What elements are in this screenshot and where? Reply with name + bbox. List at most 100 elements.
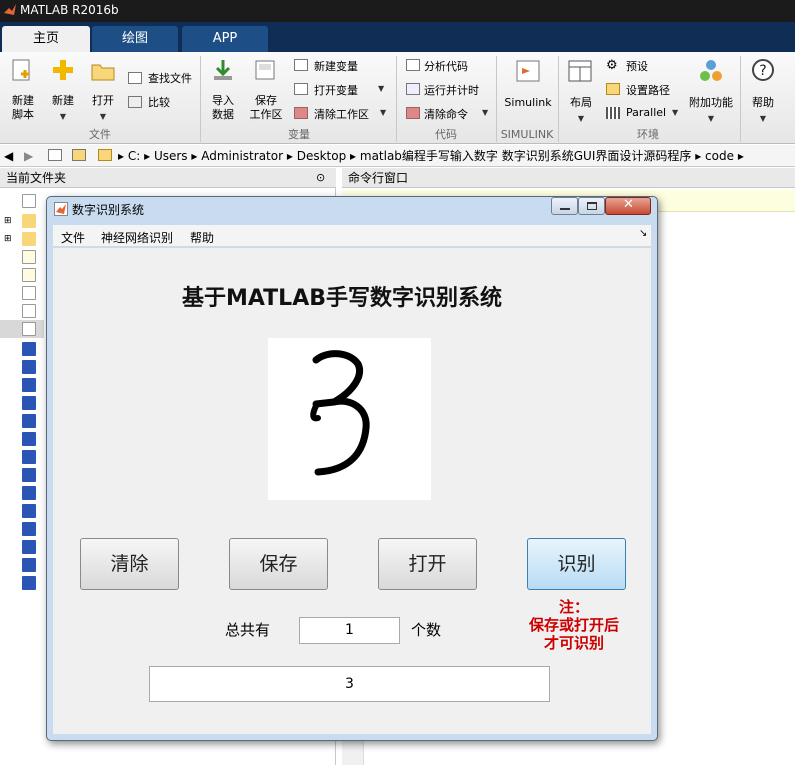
menu-neural-network[interactable]: 神经网络识别 [101,229,173,246]
simulink-button[interactable]: Simulink [502,56,554,122]
clear-commands-button[interactable]: 清除命令 ▼ [406,106,492,122]
breadcrumb-item[interactable]: Users [154,149,188,163]
import-icon [214,60,232,80]
m-file-icon[interactable] [22,286,36,300]
run-and-time-label: 运行并计时 [424,84,479,97]
chevron-down-icon: ▼ [378,84,385,93]
back-arrow-icon[interactable]: ◀ [4,145,13,167]
new-script-icon [12,59,30,81]
maximize-button[interactable] [578,197,605,215]
breadcrumb-item[interactable]: code [705,149,734,163]
matlab-logo-icon [56,204,66,214]
bmp-file-icon[interactable] [22,522,36,536]
bmp-file-icon[interactable] [22,468,36,482]
save-workspace-button[interactable]: 保存 工作区 [246,56,286,122]
parallel-button[interactable]: Parallel ▼ [606,106,682,122]
chevron-down-icon: ▼ [577,114,585,123]
close-icon: ✕ [623,197,634,212]
menu-help[interactable]: 帮助 [190,229,214,246]
toolbar-toggle-icon[interactable]: ↘ [639,228,647,239]
layout-button[interactable]: 布局 ▼ [564,56,598,123]
fig-file-icon[interactable] [22,268,36,282]
eraser-icon [406,107,420,119]
m-file-icon[interactable] [22,304,36,318]
note-line: 注： [558,598,589,616]
group-variable-label: 变量 [288,128,310,141]
clear-workspace-button[interactable]: 清除工作区 ▼ [294,106,394,122]
bmp-file-icon[interactable] [22,576,36,590]
breadcrumb-item[interactable]: Administrator [201,149,283,163]
expand-icon[interactable]: ⊞ [4,234,12,244]
breadcrumb-item[interactable]: C: [128,149,140,163]
ribbon-separator [740,56,741,142]
add-ons-icon [700,60,722,81]
simulink-icon [516,60,540,82]
tab-home[interactable]: 主页 [2,26,90,52]
bmp-file-icon[interactable] [22,540,36,554]
dialog-figure-icon [54,202,68,216]
bmp-file-icon[interactable] [22,360,36,374]
bmp-file-icon[interactable] [22,378,36,392]
chevron-down-icon: ▼ [672,108,679,117]
bmp-file-icon[interactable] [22,450,36,464]
open-button[interactable]: 打开 ▼ [86,56,120,122]
recognize-button[interactable]: 识别 [527,538,626,590]
breadcrumb-sep: ▸ [144,149,154,163]
new-script-button[interactable]: 新建 脚本 [6,56,40,122]
breadcrumb-item[interactable]: matlab编程手写输入数字 数字识别系统GUI界面设计源码程序 [360,149,692,163]
folder-icon[interactable] [22,214,36,228]
svg-text:?: ? [759,63,766,79]
save-workspace-icon [255,60,275,80]
forward-arrow-icon[interactable]: ▶ [24,145,33,167]
result-field[interactable]: 3 [149,666,550,702]
bmp-file-icon[interactable] [22,432,36,446]
open-variable-button[interactable]: 打开变量 ▼ [294,82,386,98]
file-icon[interactable] [22,194,36,208]
command-window-title: 命令行窗口 [348,171,409,185]
bmp-file-icon[interactable] [22,342,36,356]
matlab-logo-icon [4,4,16,15]
minimize-button[interactable] [551,197,578,215]
analyze-code-label: 分析代码 [424,60,468,73]
open-variable-label: 打开变量 [314,84,358,97]
current-folder-header: 当前文件夹 ⊙ [0,168,336,188]
import-label-1: 导入 [212,94,234,107]
current-folder-title: 当前文件夹 [6,171,67,185]
handwriting-canvas[interactable] [268,338,431,500]
menu-file[interactable]: 文件 [61,229,85,246]
tab-plots[interactable]: 绘图 [92,26,178,52]
clear-workspace-label: 清除工作区 [314,108,369,121]
add-ons-button[interactable]: 附加功能 ▼ [688,56,734,123]
bmp-file-icon[interactable] [22,414,36,428]
clear-button[interactable]: 清除 [80,538,179,590]
bmp-file-icon[interactable] [22,504,36,518]
ribbon-tab-strip: 主页 绘图 APP [0,22,795,52]
folder-icon [98,149,112,161]
gear-icon: ⚙ [606,58,618,73]
folder-icon[interactable] [22,232,36,246]
handwritten-digit-stroke [310,350,370,476]
find-files-icon [128,72,142,84]
fig-file-icon[interactable] [22,250,36,264]
count-field[interactable]: 1 [299,617,400,644]
breadcrumb-item[interactable]: Desktop [297,149,347,163]
browse-folder-icon[interactable] [72,149,86,161]
up-folder-icon[interactable] [48,149,62,161]
tab-apps[interactable]: APP [182,26,268,52]
compare-label: 比较 [148,96,170,109]
new-button[interactable]: 新建 ▼ [46,56,80,122]
expand-icon[interactable]: ⊞ [4,216,12,226]
help-button[interactable]: ? 帮助 ▼ [746,56,780,123]
bmp-file-icon[interactable] [22,486,36,500]
open-button[interactable]: 打开 [378,538,477,590]
import-data-button[interactable]: 导入 数据 [206,56,240,122]
bmp-file-icon[interactable] [22,558,36,572]
bmp-file-icon[interactable] [22,396,36,410]
close-button[interactable]: ✕ [605,197,651,215]
panel-menu-icon[interactable]: ⊙ [316,168,325,188]
parallel-label: Parallel [626,106,667,119]
save-button[interactable]: 保存 [229,538,328,590]
save-ws-label-2: 工作区 [249,108,283,121]
note-line: 保存或打开后 [528,616,619,634]
m-file-icon[interactable] [22,322,36,336]
